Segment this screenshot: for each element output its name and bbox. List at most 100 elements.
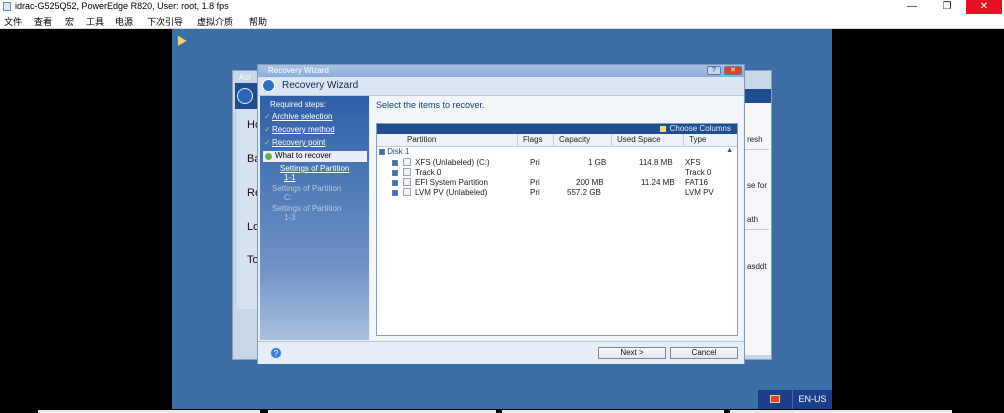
language-indicator[interactable]: EN-US bbox=[793, 390, 832, 409]
divider bbox=[517, 134, 518, 146]
partition-icon bbox=[403, 158, 411, 166]
row-checkbox[interactable] bbox=[392, 188, 398, 197]
columns-icon bbox=[659, 125, 666, 132]
cell-flags: Pri bbox=[530, 158, 540, 167]
app-icon bbox=[3, 2, 11, 11]
cell-partition: Track 0 bbox=[415, 168, 442, 177]
bg-right-text-1: resh bbox=[747, 135, 763, 144]
check-icon: ✓ bbox=[264, 112, 271, 121]
tray-flag-icon[interactable] bbox=[758, 390, 792, 409]
partition-icon bbox=[403, 188, 411, 196]
wizard-title: Recovery Wizard bbox=[282, 80, 359, 91]
bg-right-header bbox=[743, 89, 771, 103]
divider bbox=[745, 229, 769, 230]
row-checkbox[interactable] bbox=[392, 158, 398, 167]
divider bbox=[745, 149, 769, 150]
current-step-icon bbox=[265, 153, 272, 160]
cell-flags: Pri bbox=[530, 178, 540, 187]
check-icon: ✓ bbox=[264, 138, 271, 147]
step-recovery-point[interactable]: ✓Recovery point bbox=[264, 138, 325, 147]
table-row[interactable]: XFS (Unlabeled) (C:) Pri 1 GB 114.8 MB X… bbox=[377, 158, 737, 168]
partition-grid: Choose Columns Partition Flags Capacity … bbox=[376, 123, 738, 336]
step-settings-partition-c: Settings of Partition C: bbox=[272, 184, 342, 202]
wizard-titlebar: Recovery Wizard ? ✕ bbox=[258, 65, 744, 77]
steps-heading: Required steps: bbox=[270, 100, 327, 109]
cell-flags: Pri bbox=[530, 188, 540, 197]
wizard-main-panel: Select the items to recover. Choose Colu… bbox=[370, 96, 743, 340]
row-checkbox[interactable] bbox=[392, 178, 398, 187]
cell-type: LVM PV bbox=[685, 188, 714, 197]
disk-checkbox[interactable] bbox=[379, 148, 385, 155]
next-button[interactable]: Next > bbox=[598, 347, 666, 359]
wizard-header: Recovery Wizard bbox=[258, 77, 744, 96]
grid-toolbar: Choose Columns bbox=[377, 124, 737, 134]
column-used-space[interactable]: Used Space bbox=[617, 135, 661, 144]
check-icon: ✓ bbox=[264, 125, 271, 134]
partition-icon bbox=[403, 178, 411, 186]
column-partition[interactable]: Partition bbox=[407, 135, 436, 144]
restore-button[interactable]: ❐ bbox=[930, 0, 964, 14]
menu-view[interactable]: 查看 bbox=[34, 15, 52, 28]
wizard-titlebar-text: Recovery Wizard bbox=[268, 66, 329, 75]
cell-capacity: 200 MB bbox=[576, 178, 604, 187]
close-button[interactable]: ✕ bbox=[966, 0, 1002, 14]
table-row[interactable]: EFI System Partition Pri 200 MB 11.24 MB… bbox=[377, 178, 737, 188]
step-recovery-method[interactable]: ✓Recovery method bbox=[264, 125, 335, 134]
menu-next-boot[interactable]: 下次引导 bbox=[147, 15, 183, 28]
cancel-button[interactable]: Cancel bbox=[670, 347, 738, 359]
column-flags[interactable]: Flags bbox=[523, 135, 543, 144]
wizard-help-button[interactable]: ? bbox=[707, 66, 721, 75]
step-archive-selection[interactable]: ✓Archive selection bbox=[264, 112, 332, 121]
table-row[interactable]: LVM PV (Unlabeled) Pri 557.2 GB LVM PV bbox=[377, 188, 737, 198]
flag-icon bbox=[770, 395, 780, 403]
menu-power[interactable]: 电源 bbox=[115, 15, 133, 28]
cell-partition: EFI System Partition bbox=[415, 178, 488, 187]
cell-capacity: 1 GB bbox=[588, 158, 607, 167]
cell-partition: LVM PV (Unlabeled) bbox=[415, 188, 488, 197]
menu-bar: 文件 查看 宏 工具 电源 下次引导 虚拟介质 帮助 bbox=[0, 14, 1004, 29]
wizard-steps-sidebar: Required steps: ✓Archive selection ✓Reco… bbox=[260, 96, 369, 340]
menu-virtual-media[interactable]: 虚拟介质 bbox=[197, 15, 233, 28]
page-prompt: Select the items to recover. bbox=[376, 100, 485, 110]
menu-help[interactable]: 帮助 bbox=[249, 15, 267, 28]
step-settings-partition-1-3: Settings of Partition 1-3 bbox=[272, 204, 342, 222]
bg-right-panel: resh se for ath asddt bbox=[743, 89, 771, 355]
grid-header: Partition Flags Capacity Used Space Type bbox=[377, 134, 737, 147]
step-what-to-recover[interactable]: What to recover bbox=[263, 151, 367, 162]
disk-group[interactable]: Disk 1 ▲ bbox=[379, 147, 733, 156]
row-checkbox[interactable] bbox=[392, 168, 398, 177]
divider bbox=[553, 134, 554, 146]
table-row[interactable]: Track 0 Track 0 bbox=[377, 168, 737, 178]
disk-label: Disk 1 bbox=[387, 147, 410, 156]
cell-used: 11.24 MB bbox=[641, 178, 675, 187]
menu-tools[interactable]: 工具 bbox=[86, 15, 104, 28]
menu-file[interactable]: 文件 bbox=[4, 15, 22, 28]
cell-capacity: 557.2 GB bbox=[567, 188, 601, 197]
cell-type: XFS bbox=[685, 158, 701, 167]
cell-type: Track 0 bbox=[685, 168, 712, 177]
window-title: idrac-G525Q52, PowerEdge R820, User: roo… bbox=[15, 1, 229, 11]
wizard-footer: ? Next > Cancel bbox=[258, 341, 744, 364]
back-arrow-icon[interactable] bbox=[237, 88, 253, 104]
cell-partition: XFS (Unlabeled) (C:) bbox=[415, 158, 490, 167]
menu-macro[interactable]: 宏 bbox=[65, 15, 74, 28]
bg-window-title: Acr bbox=[239, 73, 251, 82]
wizard-back-icon[interactable] bbox=[262, 79, 275, 92]
column-type[interactable]: Type bbox=[689, 135, 706, 144]
minimize-button[interactable]: — bbox=[895, 0, 929, 14]
partition-icon bbox=[403, 168, 411, 176]
bg-right-text-3: ath bbox=[747, 215, 759, 224]
cell-used: 114.8 MB bbox=[639, 158, 673, 167]
collapse-icon[interactable]: ▲ bbox=[726, 147, 733, 154]
divider bbox=[683, 134, 684, 146]
host-titlebar: idrac-G525Q52, PowerEdge R820, User: roo… bbox=[0, 0, 1004, 14]
wizard-close-button[interactable]: ✕ bbox=[724, 66, 742, 75]
divider bbox=[611, 134, 612, 146]
help-icon[interactable]: ? bbox=[270, 347, 282, 359]
choose-columns-button[interactable]: Choose Columns bbox=[659, 124, 731, 133]
bg-right-text-4: asddt bbox=[747, 262, 767, 271]
column-capacity[interactable]: Capacity bbox=[559, 135, 590, 144]
step-settings-partition-1-1[interactable]: Settings of Partition 1-1 bbox=[264, 164, 349, 182]
cell-type: FAT16 bbox=[685, 178, 708, 187]
bottom-strip bbox=[0, 409, 1004, 413]
